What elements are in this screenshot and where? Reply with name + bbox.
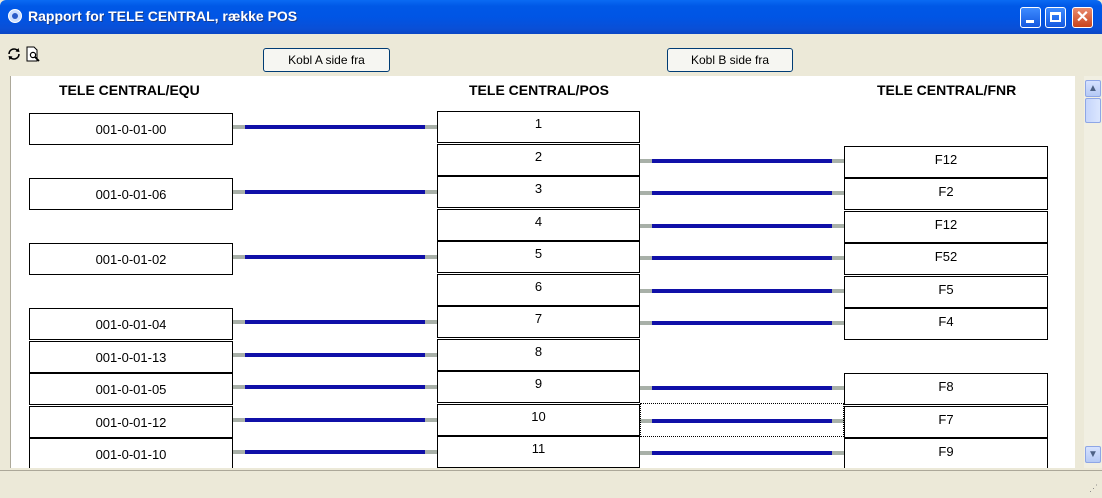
resize-grip-icon[interactable]: ⋰ — [1089, 483, 1098, 494]
pos-fnr-wire — [640, 451, 844, 455]
equ-pos-wire — [233, 352, 437, 357]
title-bar[interactable]: Rapport for TELE CENTRAL, række POS ✕ — [0, 0, 1102, 34]
pos-box[interactable]: 11 — [437, 436, 640, 468]
scroll-thumb[interactable] — [1085, 98, 1101, 123]
equ-box[interactable]: 001-0-01-13 — [29, 340, 233, 373]
pos-fnr-wire — [640, 321, 844, 325]
fnr-box[interactable]: F12 — [844, 210, 1048, 243]
pos-fnr-wire — [640, 191, 844, 195]
equ-pos-wire — [233, 450, 437, 454]
fnr-box[interactable]: F7 — [844, 405, 1048, 438]
equ-box[interactable]: 001-0-01-05 — [29, 373, 233, 405]
disconnect-a-side-button[interactable]: Kobl A side fra — [263, 48, 390, 72]
equ-pos-wire — [233, 385, 437, 389]
fnr-box[interactable]: F8 — [844, 373, 1048, 405]
equ-box[interactable]: 001-0-01-00 — [29, 113, 233, 145]
pos-box[interactable]: 5 — [437, 241, 640, 273]
pos-box[interactable]: 2 — [437, 143, 640, 176]
pos-fnr-wire — [640, 288, 844, 293]
pos-box[interactable]: 1 — [437, 111, 640, 143]
equ-box[interactable]: 001-0-01-10 — [29, 438, 233, 468]
pos-fnr-wire — [640, 223, 844, 228]
equ-box[interactable]: 001-0-01-02 — [29, 243, 233, 275]
fnr-box[interactable]: F9 — [844, 438, 1048, 468]
pos-fnr-wire — [640, 158, 844, 163]
pos-box[interactable]: 4 — [437, 208, 640, 241]
equ-pos-wire — [233, 125, 437, 129]
fnr-box[interactable]: F2 — [844, 178, 1048, 210]
close-button[interactable]: ✕ — [1072, 7, 1093, 28]
fnr-box[interactable]: F52 — [844, 243, 1048, 275]
equ-pos-wire — [233, 255, 437, 259]
equ-pos-wire — [233, 190, 437, 194]
pos-fnr-wire — [640, 256, 844, 260]
toolbar — [0, 34, 1102, 76]
equ-pos-wire — [233, 417, 437, 422]
pos-box[interactable]: 6 — [437, 273, 640, 306]
equ-pos-wire — [233, 320, 437, 324]
column-header-fnr: TELE CENTRAL/FNR — [877, 82, 1017, 98]
disconnect-b-side-button[interactable]: Kobl B side fra — [667, 48, 793, 72]
report-canvas: TELE CENTRAL/EQU TELE CENTRAL/POS TELE C… — [10, 76, 1075, 468]
selection-dotted-box — [640, 403, 844, 437]
column-header-equ: TELE CENTRAL/EQU — [59, 82, 200, 98]
pos-box[interactable]: 10 — [437, 403, 640, 436]
fnr-box[interactable]: F4 — [844, 308, 1048, 340]
equ-box[interactable]: 001-0-01-06 — [29, 178, 233, 210]
close-icon: ✕ — [1075, 9, 1090, 26]
minimize-button[interactable] — [1020, 7, 1041, 28]
pos-box[interactable]: 8 — [437, 338, 640, 371]
equ-box[interactable]: 001-0-01-12 — [29, 405, 233, 438]
fnr-box[interactable]: F12 — [844, 145, 1048, 178]
vertical-scrollbar[interactable]: ▲ ▼ — [1084, 76, 1102, 468]
refresh-icon[interactable] — [6, 46, 22, 62]
maximize-button[interactable] — [1045, 7, 1066, 28]
pos-box[interactable]: 3 — [437, 176, 640, 208]
scroll-up-button[interactable]: ▲ — [1085, 80, 1101, 97]
app-icon[interactable] — [8, 9, 22, 23]
column-header-pos: TELE CENTRAL/POS — [469, 82, 610, 98]
pos-box[interactable]: 7 — [437, 306, 640, 338]
report-window: Rapport for TELE CENTRAL, række POS ✕ Ko… — [0, 0, 1102, 498]
equ-box[interactable]: 001-0-01-04 — [29, 308, 233, 340]
window-title: Rapport for TELE CENTRAL, række POS — [28, 8, 298, 24]
fnr-box[interactable]: F5 — [844, 275, 1048, 308]
status-bar: ⋰ — [0, 470, 1102, 498]
print-preview-icon[interactable] — [25, 46, 41, 62]
scroll-down-button[interactable]: ▼ — [1085, 446, 1101, 463]
pos-fnr-wire — [640, 386, 844, 390]
pos-box[interactable]: 9 — [437, 371, 640, 403]
